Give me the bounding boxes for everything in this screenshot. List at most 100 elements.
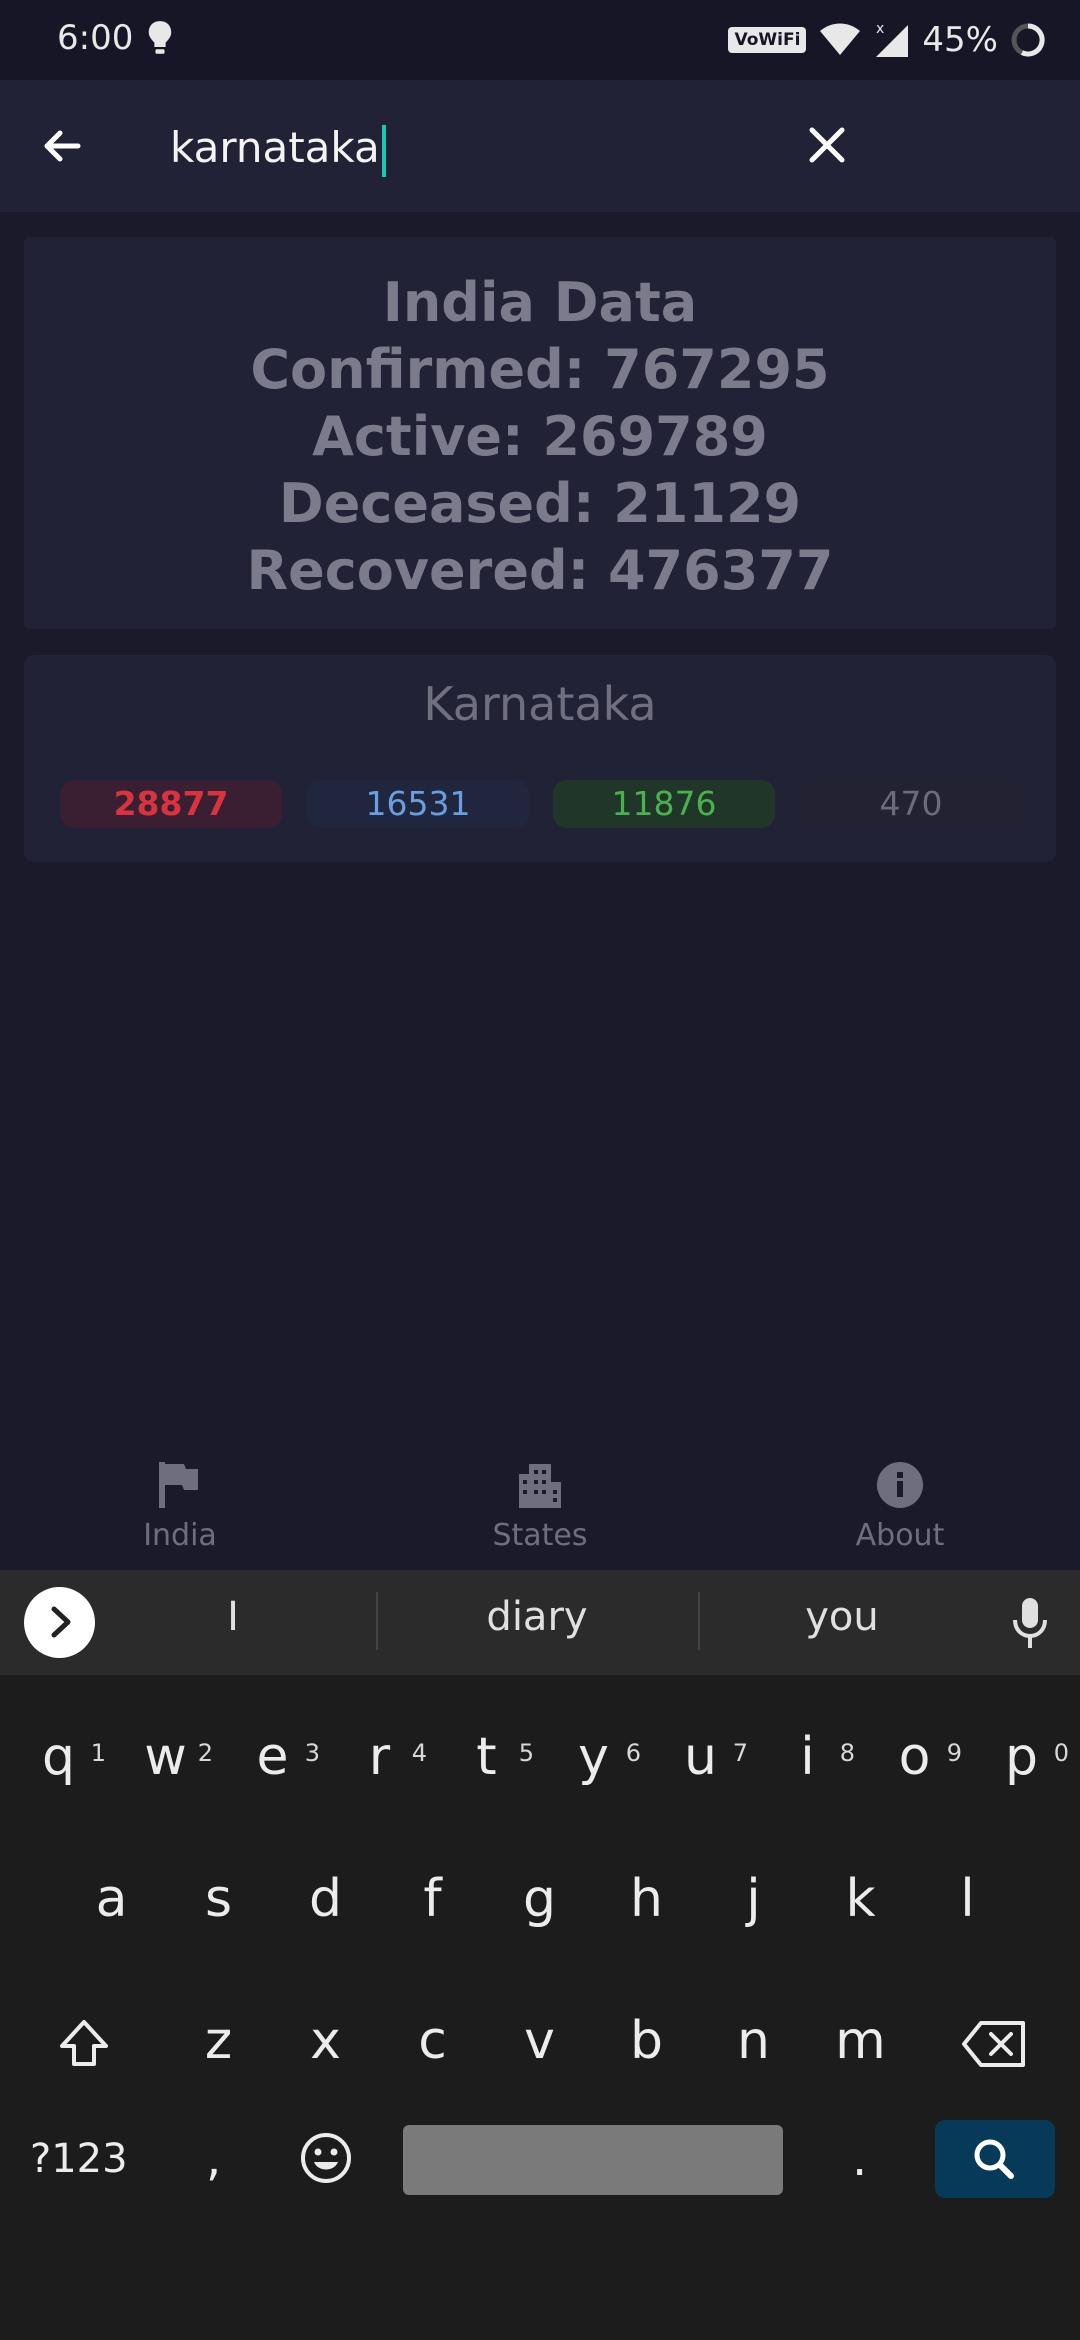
lightbulb-icon [148,21,172,54]
key-i[interactable]: i8 [754,1692,861,1822]
key-label: r [368,1727,391,1787]
emoji-icon[interactable] [298,2130,354,2186]
key-j[interactable]: j [700,1834,807,1964]
key-c[interactable]: c [379,1976,486,2106]
suggestion-strip: I diary you [0,1570,1080,1675]
flag-icon [159,1462,198,1508]
battery-percent: 45% [922,20,998,60]
suggestion-1[interactable]: I [103,1594,363,1640]
info-icon [877,1462,923,1508]
key-label: i [800,1727,815,1787]
wifi-icon [820,23,861,55]
key-b[interactable]: b [593,1976,700,2106]
key-d[interactable]: d [272,1834,379,1964]
suggestion-divider [376,1592,378,1650]
key-o[interactable]: o9 [861,1692,968,1822]
key-g[interactable]: g [486,1834,593,1964]
nav-item-about[interactable]: About [720,1440,1080,1570]
key-label: e [256,1727,289,1787]
key-u[interactable]: u7 [647,1692,754,1822]
nav-item-india[interactable]: India [0,1440,360,1570]
microphone-icon[interactable] [1010,1596,1050,1650]
key-m[interactable]: m [807,1976,914,2106]
key-l[interactable]: l [914,1834,1021,1964]
india-recovered: Recovered: 476377 [246,539,834,602]
chevron-right-icon [51,1606,71,1638]
key-t[interactable]: t5 [433,1692,540,1822]
battery-circle-icon [1011,23,1045,57]
key-label: t [476,1727,497,1787]
status-right: VoWiFi x 45% [728,16,1046,64]
key-hint: 8 [839,1739,855,1767]
india-deceased: Deceased: 21129 [278,472,802,535]
india-active: Active: 269789 [312,405,768,468]
state-name: Karnataka [423,677,657,731]
expand-suggestions-button[interactable] [24,1587,95,1658]
key-hint: 3 [304,1739,320,1767]
key-hint: 0 [1053,1739,1069,1767]
key-r[interactable]: r4 [326,1692,433,1822]
suggestion-3[interactable]: you [712,1594,972,1640]
key-label: u [684,1727,717,1787]
state-recovered-pill: 11876 [553,780,775,828]
key-hint: 9 [946,1739,962,1767]
key-label: p [1004,1727,1038,1787]
india-data-title: India Data [382,271,698,334]
search-action-key[interactable] [935,2120,1055,2198]
key-hint: 6 [625,1739,641,1767]
key-e[interactable]: e3 [219,1692,326,1822]
state-deceased-pill: 470 [800,780,1022,828]
text-caret [381,124,386,177]
key-z[interactable]: z [165,1976,272,2106]
nav-label-india: India [143,1518,217,1553]
india-data-card: India Data Confirmed: 767295 Active: 269… [24,237,1056,629]
key-k[interactable]: k [807,1834,914,1964]
comma-key[interactable]: , [206,2120,221,2198]
india-confirmed: Confirmed: 767295 [250,338,830,401]
nav-label-about: About [855,1518,945,1553]
key-s[interactable]: s [165,1834,272,1964]
key-hint: 1 [90,1739,106,1767]
key-h[interactable]: h [593,1834,700,1964]
key-hint: 7 [732,1739,748,1767]
key-q[interactable]: q1 [5,1692,112,1822]
key-label: o [898,1727,931,1787]
symbols-key[interactable]: ?123 [30,2120,128,2198]
key-w[interactable]: w2 [112,1692,219,1822]
search-input[interactable]: karnataka [170,116,790,180]
spacebar[interactable] [403,2125,783,2195]
backspace-key[interactable] [940,1976,1047,2106]
search-icon [974,2139,1014,2179]
key-x[interactable]: x [272,1976,379,2106]
status-time: 6:00 [57,18,134,58]
key-a[interactable]: a [58,1834,165,1964]
nav-label-states: States [492,1518,588,1553]
period-key[interactable]: . [852,2120,867,2198]
building-icon [519,1464,561,1508]
soft-keyboard: I diary you q1 w2 e3 r4 t5 y6 u7 i8 o9 p… [0,1570,1080,2340]
status-bar: 6:00 VoWiFi x 45% [0,0,1080,80]
key-label: y [578,1727,609,1787]
svg-text:x: x [876,21,884,37]
key-v[interactable]: v [486,1976,593,2106]
state-active-pill: 16531 [307,780,529,828]
key-label: q [41,1727,75,1787]
suggestion-2[interactable]: diary [407,1594,667,1640]
key-hint: 2 [197,1739,213,1767]
key-f[interactable]: f [379,1834,486,1964]
shift-key[interactable] [30,1976,137,2106]
key-p[interactable]: p0 [968,1692,1075,1822]
key-n[interactable]: n [700,1976,807,2106]
state-card-karnataka[interactable]: Karnataka 28877 16531 11876 470 [24,655,1056,862]
search-bar: karnataka [0,80,1080,212]
search-query-text: karnataka [170,123,380,172]
signal-icon: x [876,21,909,57]
key-hint: 4 [411,1739,427,1767]
nav-item-states[interactable]: States [360,1440,720,1570]
key-y[interactable]: y6 [540,1692,647,1822]
close-icon[interactable] [798,116,856,174]
vowifi-badge: VoWiFi [728,27,807,53]
backspace-icon [961,2021,1025,2067]
back-arrow-icon[interactable] [34,116,94,176]
state-confirmed-pill: 28877 [60,780,282,828]
